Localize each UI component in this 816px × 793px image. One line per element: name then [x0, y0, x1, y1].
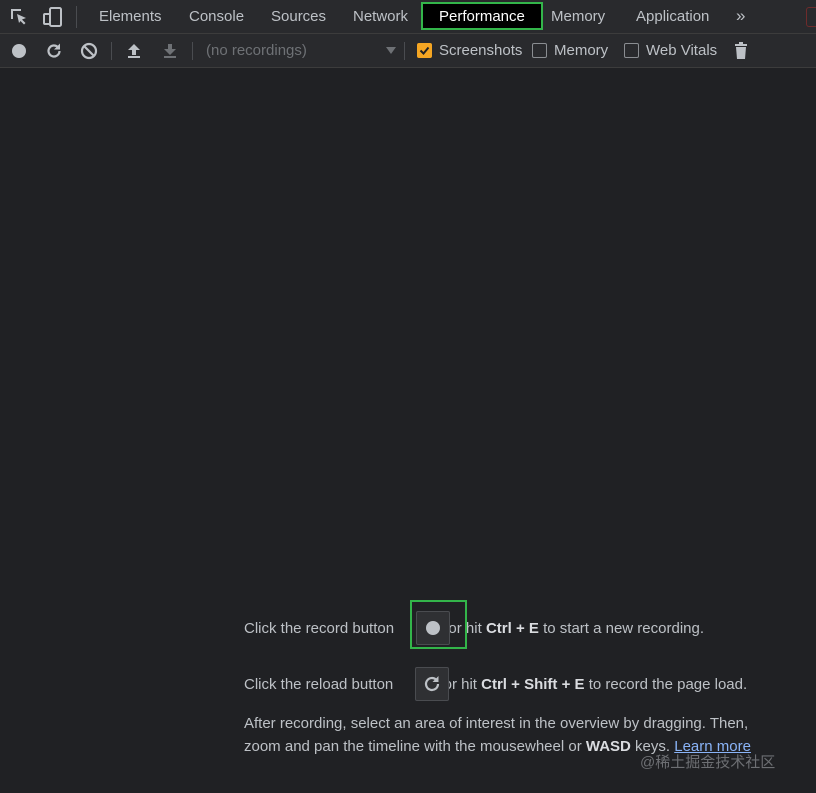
- memory-label: Memory: [554, 42, 609, 59]
- chevron-down-icon: [386, 47, 396, 54]
- after-recording-line-1: After recording, select an area of inter…: [244, 715, 749, 732]
- shortcut-key: E: [528, 620, 539, 637]
- tab-console[interactable]: Console: [189, 0, 244, 34]
- record-instruction: Click the record button or hit Ctrl + E …: [244, 620, 704, 637]
- reload-icon: [424, 676, 440, 692]
- shortcut-plus: +: [515, 620, 525, 637]
- download-icon: [164, 44, 176, 58]
- toolbar-separator: [111, 42, 112, 60]
- watermark: @稀土掘金技术社区: [640, 754, 776, 771]
- tab-sources[interactable]: Sources: [271, 0, 326, 34]
- collect-garbage-button[interactable]: [731, 41, 751, 61]
- more-tabs-chevron-icon[interactable]: »: [736, 0, 745, 34]
- clear-icon: [80, 42, 98, 60]
- device-toolbar-icon[interactable]: [42, 6, 64, 28]
- tab-application[interactable]: Application: [636, 0, 709, 34]
- tab-performance[interactable]: Performance: [421, 2, 543, 30]
- recordings-select[interactable]: (no recordings): [206, 34, 398, 68]
- record-instruction-suffix: to start a new recording.: [543, 620, 705, 637]
- shortcut-key: Shift: [524, 676, 558, 693]
- wasd-keys: WASD: [585, 738, 631, 755]
- record-icon: [12, 44, 26, 58]
- tab-separator: [76, 6, 77, 28]
- screenshots-label: Screenshots: [439, 42, 523, 59]
- tab-memory[interactable]: Memory: [551, 0, 605, 34]
- reload-instruction: Click the reload button or hit Ctrl + Sh…: [244, 676, 747, 693]
- performance-toolbar: (no recordings) Screenshots Memory Web V…: [0, 34, 816, 68]
- checkbox-unchecked-icon[interactable]: [532, 43, 547, 58]
- trash-icon: [735, 42, 747, 59]
- upload-icon: [128, 44, 140, 58]
- reload-instruction-prefix: Click the reload button: [244, 676, 394, 693]
- inspect-element-icon[interactable]: [8, 6, 30, 28]
- reload-icon: [47, 43, 61, 58]
- clear-button[interactable]: [79, 41, 99, 61]
- recordings-select-value: (no recordings): [206, 42, 307, 59]
- record-instruction-prefix: Click the record button: [244, 620, 395, 637]
- load-profile-button[interactable]: [124, 41, 144, 61]
- record-button[interactable]: [9, 41, 29, 61]
- toolbar-separator: [192, 42, 193, 60]
- screenshots-checkbox[interactable]: Screenshots: [417, 34, 527, 68]
- web-vitals-checkbox[interactable]: Web Vitals: [624, 34, 724, 68]
- toolbar-separator: [404, 42, 405, 60]
- after-recording-text: zoom and pan the timeline with the mouse…: [244, 738, 582, 755]
- devtools-tab-bar: Elements Console Sources Network Perform…: [0, 0, 816, 34]
- reload-instruction-suffix: to record the page load.: [588, 676, 748, 693]
- tab-network[interactable]: Network: [353, 0, 408, 34]
- shortcut-key: Ctrl: [485, 620, 512, 637]
- reload-record-button[interactable]: [44, 41, 64, 61]
- tab-elements[interactable]: Elements: [99, 0, 162, 34]
- error-badge-icon[interactable]: [806, 7, 816, 27]
- shortcut-key: Ctrl: [481, 676, 507, 693]
- web-vitals-label: Web Vitals: [646, 42, 718, 59]
- record-button-highlight: [410, 600, 467, 649]
- save-profile-button[interactable]: [160, 41, 180, 61]
- shortcut-key: E: [574, 676, 585, 693]
- checkbox-checked-icon[interactable]: [417, 43, 432, 58]
- shortcut-plus: +: [561, 676, 571, 693]
- memory-checkbox[interactable]: Memory: [532, 34, 617, 68]
- shortcut-plus: +: [511, 676, 520, 693]
- inline-reload-button[interactable]: [415, 667, 449, 701]
- checkbox-unchecked-icon[interactable]: [624, 43, 639, 58]
